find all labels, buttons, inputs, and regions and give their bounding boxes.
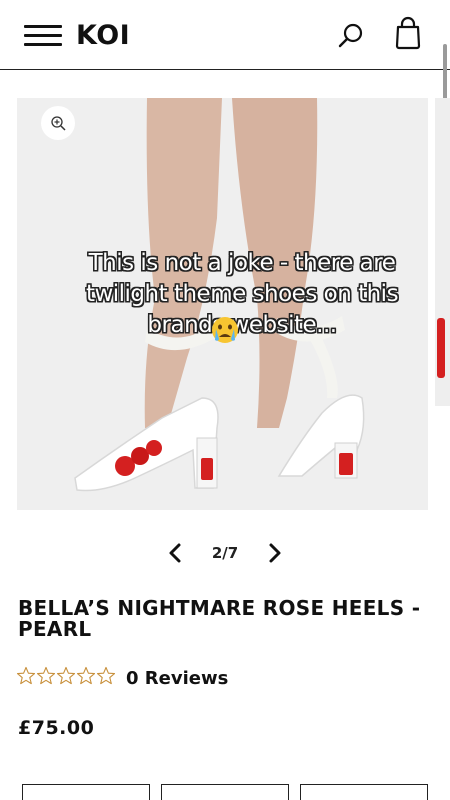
size-option-button[interactable] bbox=[161, 784, 289, 800]
product-image-carousel[interactable]: This is not a joke - there are twilight … bbox=[0, 70, 450, 530]
menu-icon[interactable] bbox=[24, 25, 62, 47]
reviews-link[interactable]: 0 Reviews bbox=[126, 668, 228, 689]
image-pager: 2/7 bbox=[0, 538, 450, 568]
product-price: £75.00 bbox=[18, 717, 95, 739]
overlay-caption: This is not a joke - there are twilight … bbox=[85, 250, 399, 338]
brand-logo[interactable]: KOI bbox=[76, 20, 130, 51]
chevron-left-icon[interactable] bbox=[166, 541, 184, 565]
crying-face-emoji bbox=[212, 317, 238, 343]
product-image[interactable]: This is not a joke - there are twilight … bbox=[17, 98, 428, 510]
shopping-bag-icon[interactable] bbox=[394, 16, 422, 50]
star-rating-icon bbox=[16, 666, 116, 685]
search-icon[interactable] bbox=[337, 22, 365, 50]
size-option-button[interactable] bbox=[22, 784, 150, 800]
page-indicator: 2/7 bbox=[211, 544, 239, 562]
zoom-in-icon[interactable] bbox=[41, 106, 75, 140]
site-header: KOI bbox=[0, 0, 450, 204]
next-image-preview[interactable] bbox=[435, 98, 450, 406]
chevron-right-icon[interactable] bbox=[266, 541, 284, 565]
size-option-button[interactable] bbox=[300, 784, 428, 800]
product-title: BELLA’S NIGHTMARE ROSE HEELS - PEARL bbox=[18, 596, 421, 641]
